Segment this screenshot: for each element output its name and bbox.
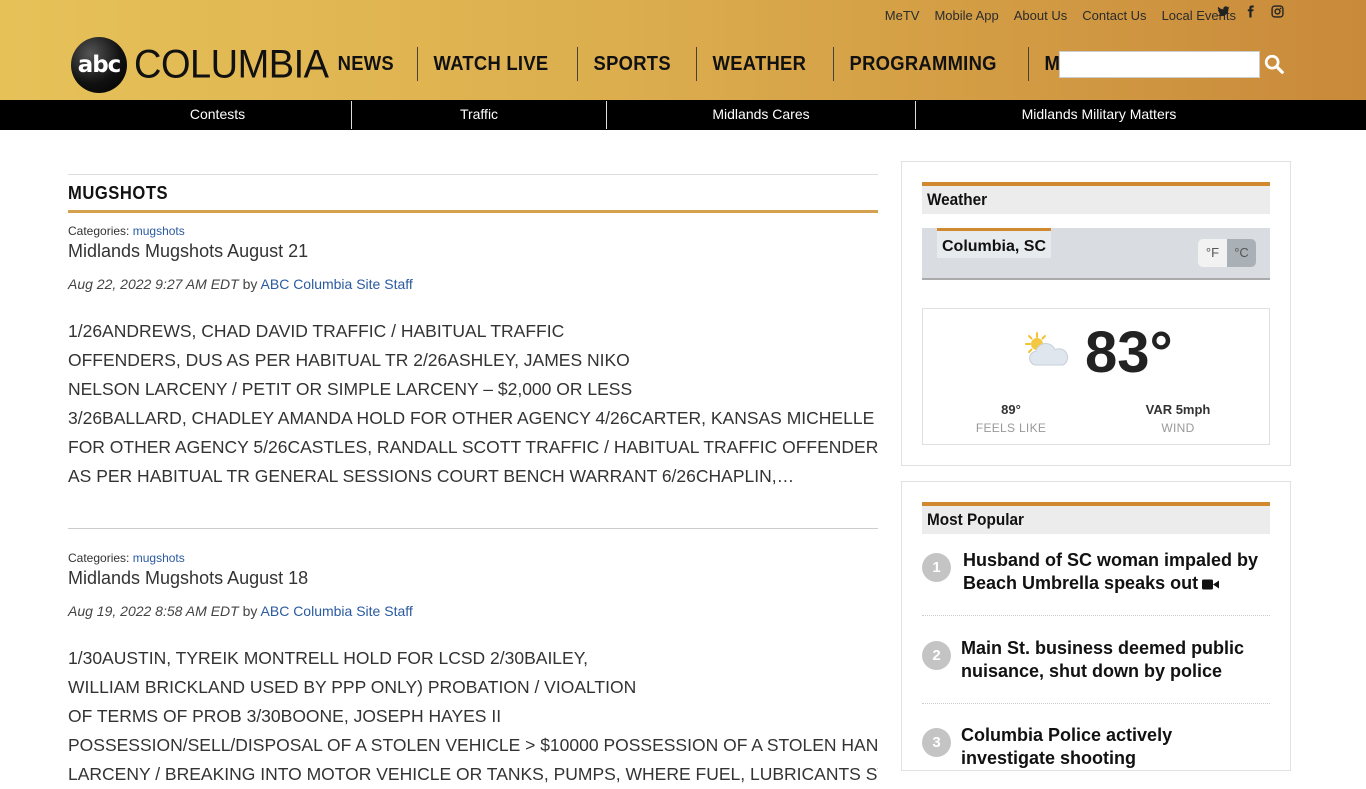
categories-label: Categories: [68,224,130,238]
excerpt-line: WILLIAM BRICKLAND USED BY PPP ONLY) PROB… [68,677,637,697]
by-label: by [242,603,258,619]
main-content: MUGSHOTS Categories: mugshots Midlands M… [68,174,878,789]
article-card: Categories: mugshots Midlands Mugshots A… [68,224,878,529]
most-popular-widget: Most Popular 1 Husband of SC woman impal… [901,481,1291,771]
article-divider [68,528,878,529]
excerpt-line: OFFENDERS, DUS AS PER HABITUAL TR 2/26AS… [68,350,630,370]
unit-fahrenheit-button[interactable]: °F [1198,239,1227,267]
abc-logo-ball: abc [71,37,127,93]
category-link[interactable]: mugshots [133,224,185,238]
popular-rank-badge: 1 [922,553,951,582]
facebook-icon[interactable] [1244,5,1257,18]
social-links [1217,5,1284,18]
popular-rank-badge: 2 [922,641,951,670]
util-link-about-us[interactable]: About Us [1014,8,1067,23]
util-link-mobile-app[interactable]: Mobile App [934,8,998,23]
article-excerpt: 1/30AUSTIN, TYREIK MONTRELL HOLD FOR LCS… [68,644,878,789]
weather-location-bar: Columbia, SC °F °C [922,228,1270,280]
video-camera-icon [1202,579,1220,590]
popular-item-headline[interactable]: Columbia Police actively investigate sho… [961,724,1266,770]
excerpt-line: 1/26ANDREWS, CHAD DAVID TRAFFIC / HABITU… [68,321,565,341]
nav-watch-live[interactable]: WATCH LIVE [417,47,564,81]
excerpt-line: FOR OTHER AGENCY 5/26CASTLES, RANDALL SC… [68,437,878,457]
weather-widget: Weather Columbia, SC °F °C 83° 89° FEELS… [901,161,1291,466]
excerpt-line: 3/26BALLARD, CHADLEY AMANDA HOLD FOR OTH… [68,408,878,428]
unit-toggle: °F °C [1198,239,1256,267]
weather-widget-title: Weather [922,182,1270,214]
excerpt-line: OF TERMS OF PROB 3/30BOONE, JOSEPH HAYES… [68,706,502,726]
excerpt-line: AS PER HABITUAL TR GENERAL SESSIONS COUR… [68,466,795,486]
partly-cloudy-icon [1025,332,1069,366]
popular-item[interactable]: 2 Main St. business deemed public nuisan… [922,637,1270,704]
article-title[interactable]: Midlands Mugshots August 18 [68,568,878,589]
util-link-contact-us[interactable]: Contact Us [1082,8,1146,23]
section-header: MUGSHOTS [68,174,878,213]
section-title: MUGSHOTS [68,183,169,203]
wind-label: WIND [1161,421,1195,435]
article-card: Categories: mugshots Midlands Mugshots A… [68,551,878,789]
popular-item-headline[interactable]: Husband of SC woman impaled by Beach Umb… [963,549,1268,595]
weather-current-panel: 83° 89° FEELS LIKE VAR 5mph WIND [922,308,1270,445]
category-line: Categories: mugshots [68,224,878,238]
main-nav: NEWS WATCH LIVE SPORTS WEATHER PROGRAMMI… [322,47,1181,81]
weather-title-text: Weather [927,190,988,209]
byline: Aug 19, 2022 8:58 AM EDT by ABC Columbia… [68,603,878,619]
subnav-traffic[interactable]: Traffic [352,100,606,130]
site-header: MeTV Mobile App About Us Contact Us Loca… [0,0,1366,100]
utility-links: MeTV Mobile App About Us Contact Us Loca… [885,6,1236,24]
excerpt-line: NELSON LARCENY / PETIT OR SIMPLE LARCENY… [68,379,633,399]
feels-like-value: 89° [1001,402,1021,417]
excerpt-line: LARCENY / BREAKING INTO MOTOR VEHICLE OR… [68,764,878,784]
wind-value: VAR 5mph [1145,402,1211,417]
popular-item-headline[interactable]: Main St. business deemed public nuisance… [961,637,1266,683]
nav-sports[interactable]: SPORTS [577,47,687,81]
nav-programming[interactable]: PROGRAMMING [832,47,1012,81]
util-link-metv[interactable]: MeTV [885,8,920,23]
nav-weather[interactable]: WEATHER [696,47,822,81]
article-date: Aug 22, 2022 9:27 AM EDT [68,276,239,292]
search-icon[interactable] [1263,53,1285,75]
current-temperature: 83° [1085,320,1173,385]
sub-nav: Contests Traffic Midlands Cares Midlands… [0,100,1366,130]
feels-like-stat: 89° FEELS LIKE [946,402,1076,435]
byline: Aug 22, 2022 9:27 AM EDT by ABC Columbia… [68,276,878,292]
category-link[interactable]: mugshots [133,551,185,565]
article-date: Aug 19, 2022 8:58 AM EDT [68,603,239,619]
nav-news[interactable]: NEWS [322,47,410,81]
excerpt-line: 1/30AUSTIN, TYREIK MONTRELL HOLD FOR LCS… [68,648,588,668]
by-label: by [242,276,258,292]
site-logo[interactable]: abc COLUMBIA [71,37,329,93]
search-input[interactable] [1059,51,1260,78]
weather-location[interactable]: Columbia, SC [937,228,1052,258]
most-popular-title-text: Most Popular [927,510,1024,529]
popular-item[interactable]: 1 Husband of SC woman impaled by Beach U… [922,549,1270,616]
logo-wordmark: COLUMBIA [134,42,329,87]
article-title[interactable]: Midlands Mugshots August 21 [68,241,878,262]
subnav-contests[interactable]: Contests [84,100,351,130]
popular-item[interactable]: 3 Columbia Police actively investigate s… [922,724,1270,774]
categories-label: Categories: [68,551,130,565]
feels-like-label: FEELS LIKE [975,421,1047,435]
twitter-icon[interactable] [1217,5,1230,18]
wind-stat: VAR 5mph WIND [1113,402,1243,435]
article-excerpt: 1/26ANDREWS, CHAD DAVID TRAFFIC / HABITU… [68,317,878,491]
author-link[interactable]: ABC Columbia Site Staff [261,603,413,619]
subnav-midlands-military-matters[interactable]: Midlands Military Matters [916,100,1282,130]
unit-celsius-button[interactable]: °C [1227,239,1256,267]
author-link[interactable]: ABC Columbia Site Staff [261,276,413,292]
popular-rank-badge: 3 [922,728,951,757]
instagram-icon[interactable] [1271,5,1284,18]
most-popular-title: Most Popular [922,502,1270,534]
subnav-midlands-cares[interactable]: Midlands Cares [607,100,915,130]
category-line: Categories: mugshots [68,551,878,565]
excerpt-line: POSSESSION/SELL/DISPOSAL OF A STOLEN VEH… [68,735,878,755]
